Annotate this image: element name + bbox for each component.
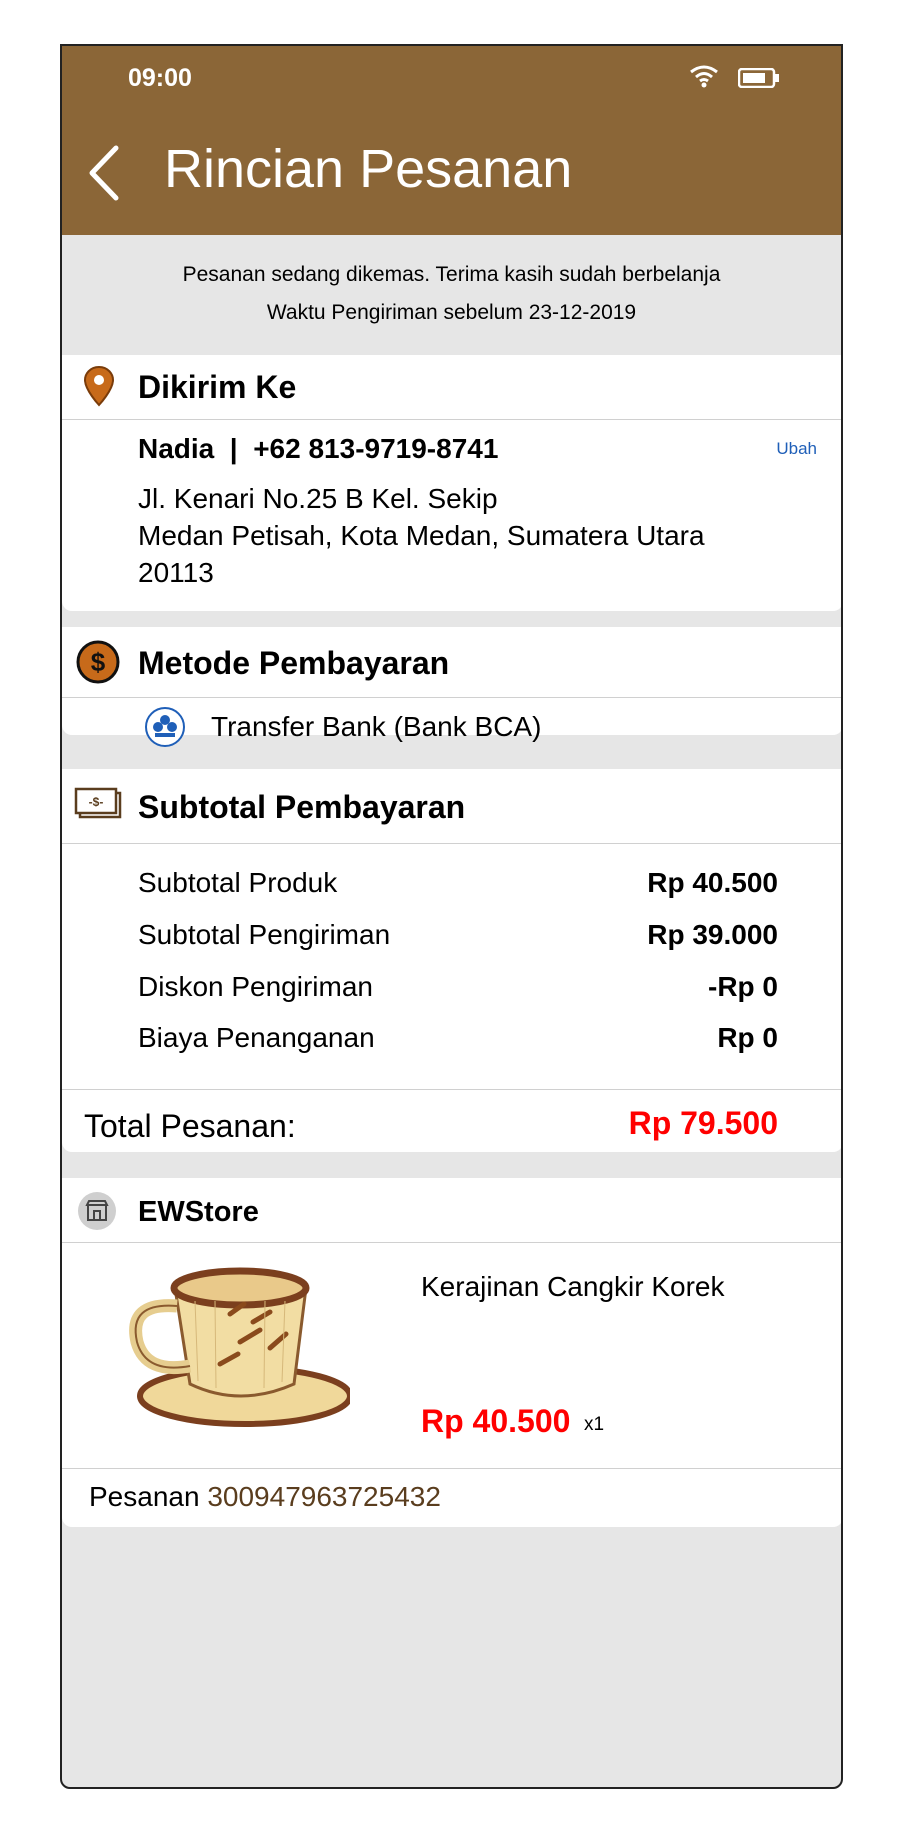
order-status-notice: Pesanan sedang dikemas. Terima kasih sud…	[62, 256, 841, 332]
order-label: Pesanan	[89, 1481, 200, 1512]
subtotal-row: Diskon Pengiriman -Rp 0	[138, 971, 778, 1011]
subtotal-row-label: Diskon Pengiriman	[138, 971, 373, 1002]
order-number-line: Pesanan 300947963725432	[89, 1481, 441, 1513]
subtotal-row-value: Rp 39.000	[647, 919, 778, 950]
payment-header: $ Metode Pembayaran	[62, 627, 841, 698]
address-line-3: 20113	[138, 557, 214, 588]
store-icon	[78, 1192, 116, 1230]
total-divider	[62, 1089, 841, 1090]
shipping-title: Dikirim Ke	[138, 369, 297, 405]
delivery-deadline: Waktu Pengiriman sebelum 23-12-2019	[266, 301, 637, 324]
subtotal-row: Subtotal Produk Rp 40.500	[138, 867, 778, 907]
store-order-card: EWStore Kerajinan Cangkir Korek Rp 40.50…	[62, 1178, 841, 1527]
battery-icon	[738, 68, 779, 88]
phone-screen: 09:00 Rincian Pesanan Pesanan sedang dik…	[60, 44, 843, 1789]
payment-title: Metode Pembayaran	[138, 645, 450, 681]
subtotal-row: Subtotal Pengiriman Rp 39.000	[138, 919, 778, 959]
store-name: EWStore	[138, 1196, 259, 1228]
bank-bca-logo	[145, 707, 185, 747]
product-name[interactable]: Kerajinan Cangkir Korek	[421, 1271, 725, 1303]
subtotal-row-label: Subtotal Produk	[138, 867, 338, 898]
wifi-icon	[690, 65, 718, 88]
recipient-name-phone: Nadia | +62 813-9719-8741	[138, 433, 499, 464]
subtotal-row: Biaya Penanganan Rp 0	[138, 1022, 778, 1062]
order-divider	[62, 1468, 841, 1469]
payment-subtotal-card: -$- Subtotal Pembayaran Subtotal Produk …	[62, 769, 841, 1152]
total-value: Rp 79.500	[628, 1105, 778, 1141]
page-title: Rincian Pesanan	[164, 139, 573, 199]
shipping-header: Dikirim Ke	[62, 355, 841, 420]
subtotal-title: Subtotal Pembayaran	[138, 789, 466, 825]
edit-address-link[interactable]: Ubah	[776, 439, 817, 459]
subtotal-row-label: Biaya Penanganan	[138, 1022, 375, 1053]
subtotal-row-label: Subtotal Pengiriman	[138, 919, 391, 950]
shipping-address-card: Dikirim Ke Nadia | +62 813-9719-8741 Uba…	[62, 355, 841, 611]
app-header: 09:00 Rincian Pesanan	[62, 46, 841, 235]
status-time: 09:00	[128, 64, 192, 92]
payment-method-value: Transfer Bank (Bank BCA)	[211, 711, 542, 742]
product-quantity: x1	[584, 1414, 605, 1435]
money-bill-icon: -$-	[74, 787, 122, 819]
svg-text:$: $	[91, 647, 106, 677]
subtotal-header: -$- Subtotal Pembayaran	[62, 769, 841, 844]
product-price: Rp 40.500	[421, 1403, 571, 1439]
subtotal-row-value: Rp 40.500	[647, 867, 778, 898]
status-message: Pesanan sedang dikemas. Terima kasih sud…	[182, 263, 721, 286]
total-label: Total Pesanan:	[84, 1108, 296, 1144]
location-pin-icon	[83, 365, 115, 407]
subtotal-row-value: -Rp 0	[708, 971, 778, 1002]
order-number[interactable]: 300947963725432	[207, 1481, 441, 1512]
address-line-1: Jl. Kenari No.25 B Kel. Sekip	[138, 483, 498, 514]
back-arrow-icon[interactable]	[86, 144, 122, 202]
product-image	[129, 1267, 350, 1427]
subtotal-row-value: Rp 0	[717, 1022, 778, 1053]
svg-text:-$-: -$-	[89, 795, 104, 809]
payment-method-card: $ Metode Pembayaran Transfer Bank (Bank …	[62, 627, 841, 747]
store-header: EWStore	[62, 1178, 841, 1243]
dollar-coin-icon: $	[76, 640, 120, 684]
address-line-2: Medan Petisah, Kota Medan, Sumatera Utar…	[138, 520, 705, 551]
